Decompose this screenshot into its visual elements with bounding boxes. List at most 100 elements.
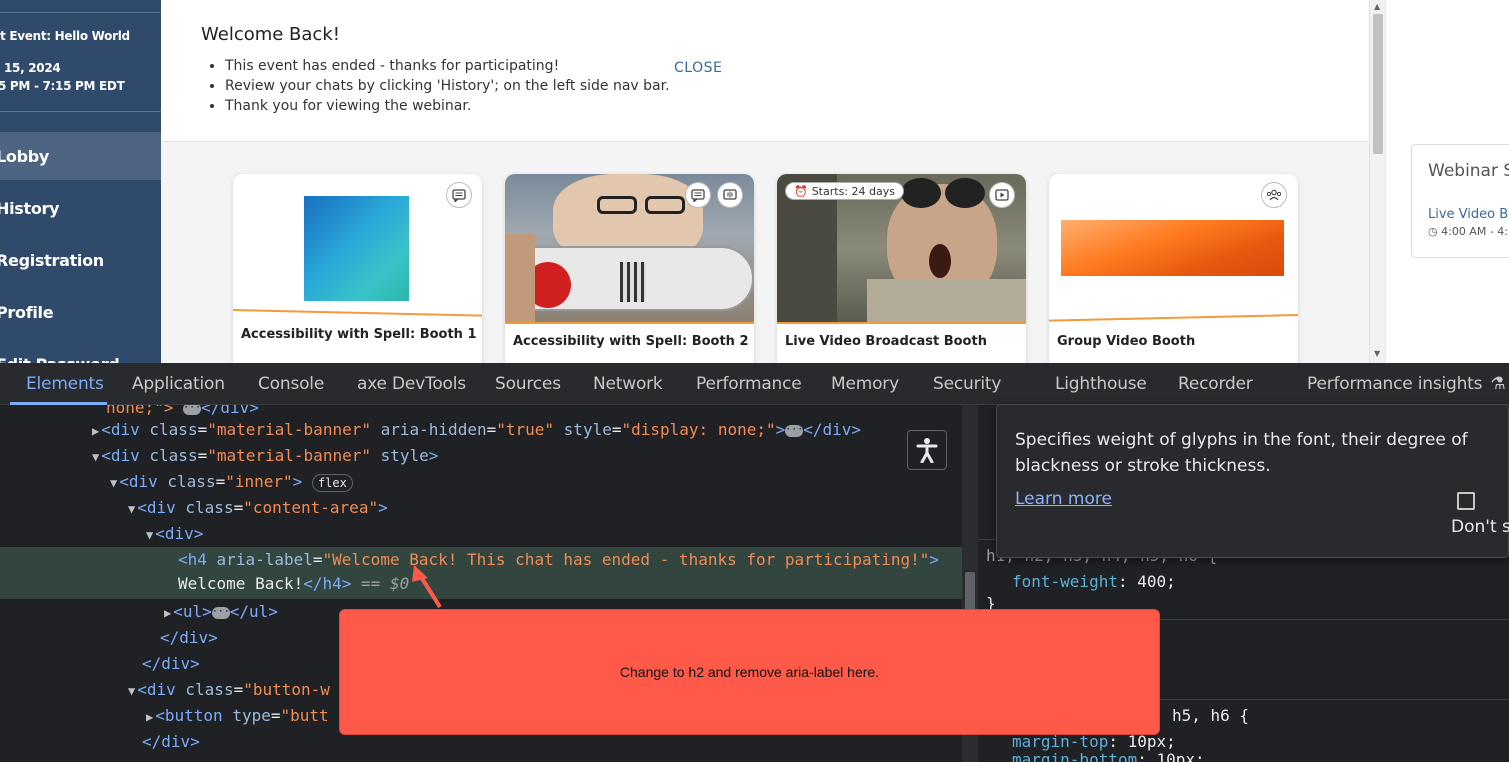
audio-icon[interactable] xyxy=(717,182,743,208)
accessibility-tree-button[interactable] xyxy=(907,430,947,470)
scroll-down-arrow-icon[interactable]: ▼ xyxy=(1374,349,1380,358)
expand-triangle-icon[interactable]: ▶ xyxy=(92,424,99,438)
dom-line[interactable]: ▼ <div class="button-w xyxy=(128,677,330,703)
expand-triangle-icon[interactable]: ▶ xyxy=(146,710,153,724)
group-icon[interactable] xyxy=(1261,182,1287,208)
schedule-link[interactable]: Live Video Br xyxy=(1428,207,1509,222)
tab-sources[interactable]: Sources xyxy=(495,363,561,405)
close-button[interactable]: CLOSE xyxy=(674,60,722,76)
card-divider xyxy=(505,322,754,324)
dom-line[interactable]: ▶ <div class="material-banner" aria-hidde… xyxy=(92,417,861,443)
tab-recorder[interactable]: Recorder xyxy=(1178,363,1253,405)
dont-show-checkbox[interactable] xyxy=(1457,492,1475,510)
style-value: 10px; xyxy=(1156,750,1205,762)
annotation-text: Change to h2 and remove aria-label here. xyxy=(619,664,880,680)
webinar-schedule-title: Webinar S xyxy=(1428,161,1509,181)
expand-triangle-icon[interactable]: ▶ xyxy=(164,606,171,620)
tab-lighthouse[interactable]: Lighthouse xyxy=(1055,363,1147,405)
collapse-triangle-icon[interactable]: ▼ xyxy=(110,476,117,490)
style-prop: margin-bottom xyxy=(1012,750,1138,762)
event-date: 15, 2024 xyxy=(4,61,61,75)
booth-title: Accessibility with Spell: Booth 1 xyxy=(241,327,477,342)
tab-console[interactable]: Console xyxy=(258,363,324,405)
dom-text: none;"> xyxy=(106,405,174,417)
right-panel: Webinar S Live Video Br ◷ 4:00 AM - 4: xyxy=(1385,0,1509,363)
dom-line[interactable]: </div> xyxy=(160,625,218,651)
tab-axe-devtools[interactable]: axe DevTools xyxy=(357,363,466,405)
sidebar-item-history[interactable]: History xyxy=(0,184,161,232)
collapse-triangle-icon[interactable]: ▼ xyxy=(92,450,99,464)
main-content: Welcome Back! This event has ended - tha… xyxy=(161,0,1370,363)
tab-performance-insights[interactable]: Performance insights ⚗ xyxy=(1307,363,1506,405)
sidebar-item-label: Edit Password xyxy=(0,355,120,364)
booth-card[interactable]: Group Video Booth xyxy=(1049,174,1298,363)
sidebar-item-registration[interactable]: Registration xyxy=(0,236,161,284)
schedule-time-text: 4:00 AM - 4: xyxy=(1441,225,1508,238)
tab-network[interactable]: Network xyxy=(593,363,663,405)
booth-title: Live Video Broadcast Booth xyxy=(785,334,987,349)
tab-performance[interactable]: Performance xyxy=(696,363,802,405)
style-declaration[interactable]: margin-bottom: 10px; xyxy=(1012,747,1205,762)
tab-security[interactable]: Security xyxy=(933,363,1001,405)
webinar-schedule-box: Webinar S Live Video Br ◷ 4:00 AM - 4: xyxy=(1411,144,1509,258)
ellipsis-icon[interactable]: ··· xyxy=(183,405,201,415)
flex-badge[interactable]: flex xyxy=(311,473,353,492)
collapse-triangle-icon[interactable]: ▼ xyxy=(128,684,135,698)
dom-line[interactable]: ▼ <div> xyxy=(146,521,203,547)
dom-line[interactable]: ▶ <button type="butt xyxy=(146,703,329,729)
attr-value: "inner" xyxy=(225,472,293,491)
tab-memory[interactable]: Memory xyxy=(831,363,899,405)
collapse-triangle-icon[interactable]: ▼ xyxy=(146,528,153,542)
devtools-tabbar: Elements Application Console axe DevTool… xyxy=(0,363,1509,405)
scroll-up-arrow-icon[interactable]: ▲ xyxy=(1374,2,1380,11)
collapse-triangle-icon[interactable]: ▼ xyxy=(128,502,135,516)
chat-icon[interactable] xyxy=(685,182,711,208)
css-property-tooltip: Specifies weight of glyphs in the font, … xyxy=(996,404,1509,558)
scroll-thumb[interactable] xyxy=(1373,14,1383,154)
booth-card[interactable]: ⏰ Starts: 24 days Live Video Broadcast B… xyxy=(777,174,1026,363)
tab-application[interactable]: Application xyxy=(132,363,225,405)
event-info: t Event: Hello World 15, 2024 5 PM - 7:1… xyxy=(0,12,161,112)
tab-label: Performance insights xyxy=(1307,374,1483,394)
booth-card[interactable]: Accessibility with Spell: Booth 2 xyxy=(505,174,754,363)
alarm-clock-icon: ⏰ xyxy=(794,184,808,198)
dom-line[interactable]: ▼ <div class="inner"> flex xyxy=(110,469,353,495)
style-declaration[interactable]: font-weight: 400; xyxy=(1012,569,1176,595)
sidebar-item-profile[interactable]: Profile xyxy=(0,288,161,336)
attr-value: "content-area" xyxy=(243,498,379,517)
page-scrollbar[interactable]: ▲ ▼ xyxy=(1369,0,1385,363)
ellipsis-icon[interactable]: ··· xyxy=(211,606,230,619)
banner-title: Welcome Back! xyxy=(201,24,340,45)
learn-more-link[interactable]: Learn more xyxy=(1015,489,1112,509)
sidebar-item-lobby[interactable]: Lobby xyxy=(0,132,161,180)
starts-label: Starts: 24 days xyxy=(811,184,895,198)
attr-value: "material-banner" xyxy=(207,420,371,439)
dom-line[interactable]: ▼ <div class="content-area"> xyxy=(128,495,388,521)
style-value: 400; xyxy=(1137,572,1176,591)
flask-icon: ⚗ xyxy=(1490,374,1506,394)
dom-line[interactable]: ▼ <div class="material-banner" style> xyxy=(92,443,438,469)
sidebar: t Event: Hello World 15, 2024 5 PM - 7:1… xyxy=(0,0,161,363)
banner-list: This event has ended - thanks for partic… xyxy=(225,56,670,116)
selected-dom-node[interactable]: <h4 aria-label="Welcome Back! This chat … xyxy=(0,547,962,599)
sidebar-item-edit-password[interactable]: Edit Password xyxy=(0,340,161,364)
tab-elements[interactable]: Elements xyxy=(26,363,104,405)
style-selector[interactable]: h5, h6 { xyxy=(1172,703,1249,729)
booth-card[interactable]: Accessibility with Spell: Booth 1 xyxy=(233,174,482,363)
banner-bullet: Review your chats by clicking 'History';… xyxy=(225,76,670,96)
event-name: t Event: Hello World xyxy=(0,29,130,43)
banner-bullet: Thank you for viewing the webinar. xyxy=(225,96,670,116)
dom-line[interactable]: </div> xyxy=(142,729,200,755)
attr-value: "material-banner" xyxy=(207,446,371,465)
starts-badge: ⏰ Starts: 24 days xyxy=(785,182,904,200)
dom-line[interactable]: </div> xyxy=(142,651,200,677)
h4-text: Welcome Back! xyxy=(178,574,304,593)
dom-line[interactable]: ▶ <ul>···</ul> xyxy=(164,599,278,625)
clock-icon: ◷ xyxy=(1428,225,1442,238)
sidebar-item-label: Registration xyxy=(0,250,104,270)
booth-image xyxy=(233,174,482,324)
dollar-zero-marker: == $0 xyxy=(361,574,410,593)
video-play-icon[interactable] xyxy=(989,182,1015,208)
ellipsis-icon[interactable]: ··· xyxy=(785,424,803,437)
chat-icon[interactable] xyxy=(446,182,472,208)
